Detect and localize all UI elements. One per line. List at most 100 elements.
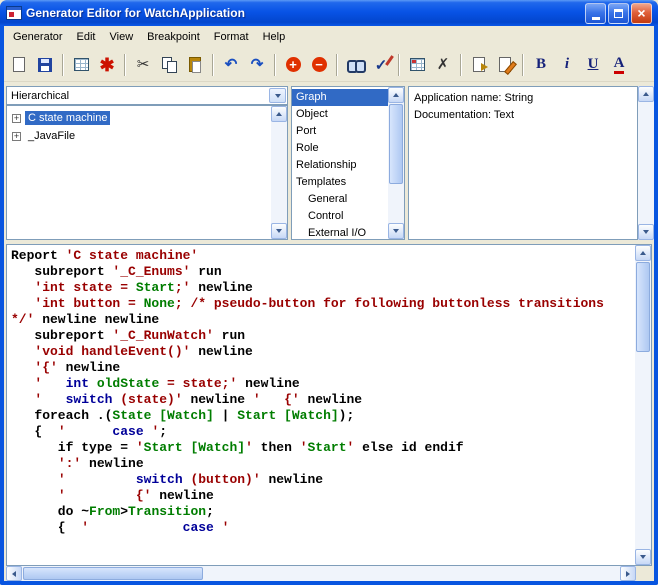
scroll-up-button[interactable]: [388, 87, 404, 103]
arrow-down-icon: [643, 230, 649, 234]
scrollbar-thumb[interactable]: [23, 567, 203, 580]
window-title: Generator Editor for WatchApplication: [26, 6, 581, 20]
scroll-down-button[interactable]: [638, 224, 654, 240]
chevron-down-icon: [275, 94, 281, 98]
list-item-templates[interactable]: Templates: [292, 174, 388, 191]
category-list[interactable]: GraphObjectPortRoleRelationshipTemplates…: [292, 87, 388, 239]
scrollbar-track[interactable]: [22, 566, 620, 581]
list-item-graph[interactable]: Graph: [292, 89, 388, 106]
expand-icon[interactable]: +: [12, 114, 21, 123]
menu-bar: GeneratorEditViewBreakpointFormatHelp: [4, 26, 654, 48]
scrollbar-track[interactable]: [638, 102, 654, 224]
window-controls: ×: [585, 3, 652, 24]
toolbar-separator: [398, 54, 400, 76]
attributes-scrollbar[interactable]: [638, 86, 654, 240]
scroll-down-button[interactable]: [635, 549, 651, 565]
model-tree[interactable]: + C state machine +_JavaFile: [7, 106, 271, 239]
font-color-button[interactable]: A: [607, 53, 631, 77]
tree-item[interactable]: + C state machine: [7, 109, 271, 127]
find-icon: [347, 59, 364, 71]
menu-help[interactable]: Help: [256, 28, 293, 46]
restore-icon: [614, 9, 623, 18]
scroll-up-button[interactable]: [635, 245, 651, 261]
edit-template-button[interactable]: [493, 53, 517, 77]
model-properties-button[interactable]: [69, 53, 93, 77]
code-scrollbar-vertical[interactable]: [635, 245, 651, 565]
scroll-down-button[interactable]: [271, 223, 287, 239]
close-button[interactable]: ×: [631, 3, 652, 24]
validate-button[interactable]: ✓: [369, 53, 393, 77]
menu-view[interactable]: View: [103, 28, 141, 46]
list-item-role[interactable]: Role: [292, 140, 388, 157]
generate-button[interactable]: [467, 53, 491, 77]
menu-breakpoint[interactable]: Breakpoint: [140, 28, 207, 46]
page-arrow-icon: [473, 57, 485, 72]
list-item-object[interactable]: Object: [292, 106, 388, 123]
scrollbar-corner: [636, 566, 652, 581]
tree-item[interactable]: +_JavaFile: [7, 127, 271, 145]
breakpoint-button[interactable]: ✱: [95, 53, 119, 77]
menu-format[interactable]: Format: [207, 28, 256, 46]
arrow-up-icon: [643, 92, 649, 96]
tree-scrollbar[interactable]: [271, 106, 287, 239]
page-edit-icon: [499, 57, 511, 72]
scrollbar-track[interactable]: [635, 261, 651, 549]
combo-dropdown-button[interactable]: [269, 88, 286, 103]
new-document-button[interactable]: [7, 53, 31, 77]
scroll-right-button[interactable]: [620, 566, 636, 581]
bold-button[interactable]: B: [529, 53, 553, 77]
delete-button[interactable]: ✗: [431, 53, 455, 77]
add-icon: +: [286, 57, 301, 72]
scrollbar-thumb[interactable]: [389, 104, 403, 184]
code-line: { ' case ': [11, 520, 631, 536]
minimize-button[interactable]: [585, 3, 606, 24]
scroll-down-button[interactable]: [388, 223, 404, 239]
code-line: 'int state = Start;' newline: [11, 280, 631, 296]
toolbar-separator: [522, 54, 524, 76]
code-scrollbar-horizontal[interactable]: [6, 566, 636, 581]
breakpoint-icon: ✱: [99, 56, 114, 74]
undo-button[interactable]: ↶: [219, 53, 243, 77]
scrollbar-thumb[interactable]: [636, 262, 650, 352]
toolbar-separator: [460, 54, 462, 76]
underline-button[interactable]: U: [581, 53, 605, 77]
list-item-external-i-o[interactable]: External I/O: [292, 225, 388, 239]
bold-icon: B: [536, 57, 546, 72]
attributes-panel[interactable]: Application name: StringDocumentation: T…: [408, 86, 638, 240]
code-line: ' switch (state)' newline ' {' newline: [11, 392, 631, 408]
save-button[interactable]: [33, 53, 57, 77]
title-bar[interactable]: Generator Editor for WatchApplication ×: [0, 0, 658, 26]
arrow-down-icon: [640, 555, 646, 559]
copy-button[interactable]: [157, 53, 181, 77]
cut-button[interactable]: ✂: [131, 53, 155, 77]
arrow-right-icon: [626, 571, 630, 577]
code-editor[interactable]: Report 'C state machine' subreport '_C_E…: [7, 245, 635, 565]
remove-button[interactable]: −: [307, 53, 331, 77]
restore-button[interactable]: [608, 3, 629, 24]
scroll-up-button[interactable]: [638, 86, 654, 102]
list-item-port[interactable]: Port: [292, 123, 388, 140]
scroll-up-button[interactable]: [271, 106, 287, 122]
scrollbar-track[interactable]: [388, 103, 404, 223]
app-window: Generator Editor for WatchApplication × …: [0, 0, 658, 585]
expand-icon[interactable]: +: [12, 132, 21, 141]
add-button[interactable]: +: [281, 53, 305, 77]
code-line: if type = 'Start [Watch]' then 'Start' e…: [11, 440, 631, 456]
copy-icon: [162, 57, 177, 72]
italic-button[interactable]: i: [555, 53, 579, 77]
list-item-relationship[interactable]: Relationship: [292, 157, 388, 174]
paste-button[interactable]: [183, 53, 207, 77]
redo-button[interactable]: ↷: [245, 53, 269, 77]
list-item-control[interactable]: Control: [292, 208, 388, 225]
find-button[interactable]: [343, 53, 367, 77]
category-scrollbar[interactable]: [388, 87, 404, 239]
tree-item-label: C state machine: [25, 111, 110, 125]
view-selector[interactable]: Hierarchical: [6, 86, 288, 105]
scroll-left-button[interactable]: [6, 566, 22, 581]
list-item-general[interactable]: General: [292, 191, 388, 208]
scrollbar-track[interactable]: [271, 122, 287, 223]
menu-generator[interactable]: Generator: [6, 28, 70, 46]
menu-edit[interactable]: Edit: [70, 28, 103, 46]
code-line: 'void handleEvent()' newline: [11, 344, 631, 360]
table-button[interactable]: [405, 53, 429, 77]
